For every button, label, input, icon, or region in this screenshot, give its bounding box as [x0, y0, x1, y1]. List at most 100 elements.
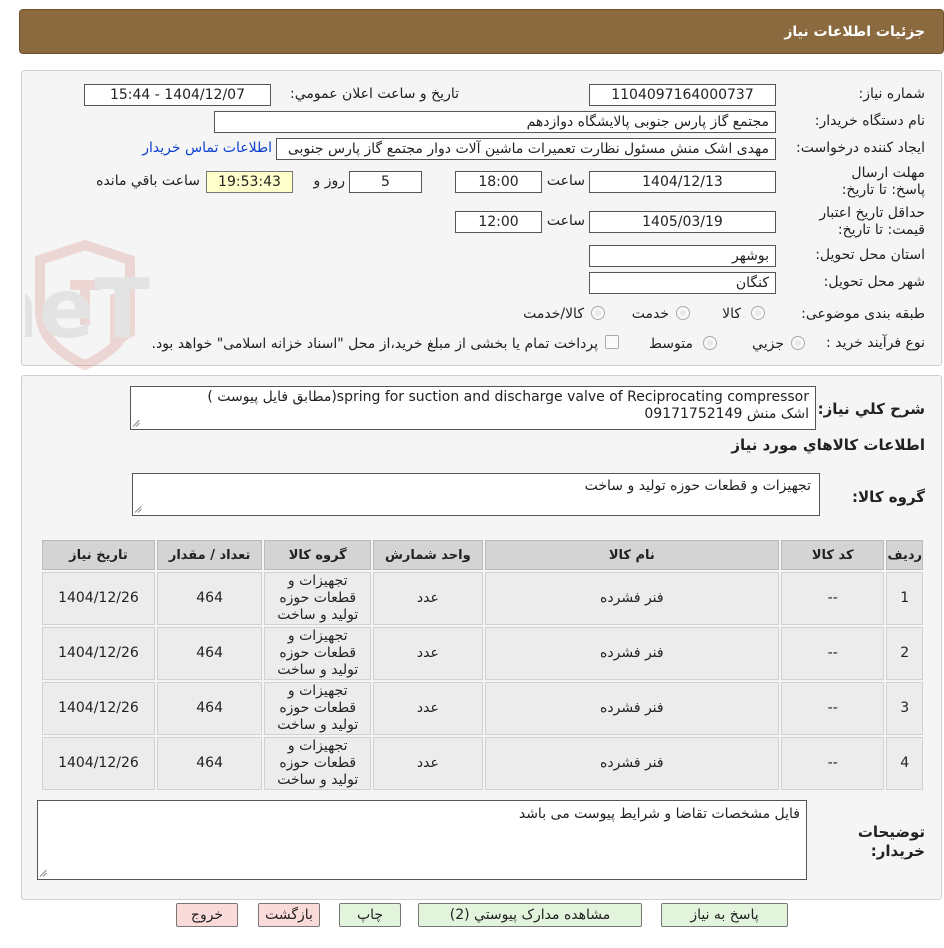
province-label: استان محل تحويل: [815, 247, 925, 263]
need-number-label: شماره نياز: [858, 86, 926, 102]
deadline-time-label: ساعت [546, 173, 585, 189]
cell-code: -- [781, 682, 885, 735]
city-label: شهر محل تحويل: [823, 274, 925, 290]
back-button[interactable]: بازگشت [258, 903, 320, 927]
cell-row: 2 [886, 627, 923, 680]
resize-grip-icon[interactable] [133, 419, 141, 427]
col-row: رديف [886, 540, 923, 570]
col-qty: تعداد / مقدار [156, 540, 263, 570]
process-option-minor: جزيي [752, 336, 784, 352]
cell-row: 1 [886, 572, 923, 625]
table-row[interactable]: 3 -- فنر فشرده عدد تجهیزات و قطعات حوزه … [42, 682, 923, 735]
cell-name: فنر فشرده [484, 572, 779, 625]
cell-group: تجهیزات و قطعات حوزه تولید و ساخت [264, 627, 372, 680]
exit-button[interactable]: خروج [176, 903, 238, 927]
requester-label: ايجاد کننده درخواست: [796, 140, 925, 156]
process-radio-minor[interactable] [791, 336, 805, 350]
cell-qty: 464 [156, 572, 263, 625]
cell-unit: عدد [373, 627, 483, 680]
deadline-label: مهلت ارسال پاسخ: تا تاريخ: [841, 165, 925, 198]
col-group: گروه کالا [264, 540, 372, 570]
need-details-panel: شرح كلي نياز: spring for suction and dis… [21, 375, 942, 900]
cell-unit: عدد [373, 682, 483, 735]
buyer-org-label: نام دستگاه خريدار: [814, 113, 925, 129]
table-row[interactable]: 4 -- فنر فشرده عدد تجهیزات و قطعات حوزه … [42, 737, 923, 790]
page-header: جزئيات اطلاعات نياز [19, 9, 944, 54]
resize-grip-icon[interactable] [40, 869, 48, 877]
remaining-time-field: 19:53:43 [206, 171, 293, 193]
category-label: طبقه بندی موضوعی: [801, 306, 925, 322]
cell-date: 1404/12/26 [42, 737, 155, 790]
cell-name: فنر فشرده [484, 737, 779, 790]
reply-button[interactable]: پاسخ به نياز [661, 903, 788, 927]
general-desc-textarea[interactable]: spring for suction and discharge valve o… [130, 386, 816, 430]
remaining-label: ساعت باقي مانده [96, 173, 200, 189]
goods-group-value: تجهیزات و قطعات حوزه تولید و ساخت [584, 478, 811, 494]
cell-unit: عدد [373, 572, 483, 625]
watermark-logo: AriaTender.neT [25, 239, 150, 371]
category-radio-service[interactable] [676, 306, 690, 320]
category-option-service: خدمت [631, 306, 669, 322]
col-unit: واحد شمارش [373, 540, 483, 570]
goods-info-title: اطلاعات كالاهاي مورد نياز [731, 436, 925, 454]
table-row[interactable]: 1 -- فنر فشرده عدد تجهیزات و قطعات حوزه … [42, 572, 923, 625]
page-title: جزئيات اطلاعات نياز [784, 23, 925, 40]
process-radio-medium[interactable] [703, 336, 717, 350]
deadline-time-field[interactable]: 18:00 [455, 171, 542, 193]
cell-group: تجهیزات و قطعات حوزه تولید و ساخت [264, 572, 372, 625]
general-desc-line-2: اشک منش 09171752149 [644, 406, 809, 422]
goods-table: رديف کد کالا نام کالا واحد شمارش گروه کا… [40, 538, 925, 792]
days-field[interactable]: 5 [349, 171, 422, 193]
province-field[interactable]: بوشهر [589, 245, 776, 267]
col-name: نام کالا [484, 540, 779, 570]
process-label: نوع فرآيند خريد : [826, 335, 925, 351]
print-button[interactable]: چاپ [339, 903, 401, 927]
validity-date-field[interactable]: 1405/03/19 [589, 211, 776, 233]
category-option-goods: کالا [722, 306, 741, 322]
cell-date: 1404/12/26 [42, 627, 155, 680]
category-radio-goods[interactable] [751, 306, 765, 320]
cell-code: -- [781, 627, 885, 680]
goods-group-label: گروه کالا: [852, 488, 925, 506]
goods-group-textarea[interactable]: تجهیزات و قطعات حوزه تولید و ساخت [132, 473, 820, 516]
cell-qty: 464 [156, 737, 263, 790]
cell-code: -- [781, 572, 885, 625]
cell-row: 3 [886, 682, 923, 735]
validity-label: حداقل تاريخ اعتبار قيمت: تا تاريخ: [819, 205, 925, 238]
col-date: تاريخ نياز [42, 540, 155, 570]
watermark-text: AriaTender.neT [25, 262, 150, 357]
cell-name: فنر فشرده [484, 682, 779, 735]
table-row[interactable]: 2 -- فنر فشرده عدد تجهیزات و قطعات حوزه … [42, 627, 923, 680]
buyer-notes-value: فایل مشخصات تقاضا و شرایط پیوست می باشد [518, 806, 800, 822]
general-desc-label: شرح كلي نياز: [817, 400, 925, 418]
requester-field[interactable]: مهدی اشک منش مسئول نظارت تعمیرات ماشین آ… [276, 138, 776, 160]
cell-row: 4 [886, 737, 923, 790]
cell-code: -- [781, 737, 885, 790]
buyer-org-field[interactable]: مجتمع گاز پارس جنوبی پالایشگاه دوازدهم [214, 111, 776, 133]
category-radio-goods-service[interactable] [591, 306, 605, 320]
city-field[interactable]: کنگان [589, 272, 776, 294]
cell-unit: عدد [373, 737, 483, 790]
buyer-notes-textarea[interactable]: فایل مشخصات تقاضا و شرایط پیوست می باشد [37, 800, 807, 880]
contact-buyer-link[interactable]: اطلاعات تماس خريدار [142, 140, 272, 156]
table-header-row: رديف کد کالا نام کالا واحد شمارش گروه کا… [42, 540, 923, 570]
buyer-notes-label: توضيحات خريدار: [857, 823, 925, 860]
deadline-date-field[interactable]: 1404/12/13 [589, 171, 776, 193]
view-attachments-button[interactable]: مشاهده مدارک پيوستي (2) [418, 903, 642, 927]
announce-field[interactable]: 1404/12/07 - 15:44 [84, 84, 271, 106]
col-code: کد کالا [781, 540, 885, 570]
cell-qty: 464 [156, 682, 263, 735]
cell-group: تجهیزات و قطعات حوزه تولید و ساخت [264, 682, 372, 735]
general-desc-line-1: spring for suction and discharge valve o… [207, 389, 809, 405]
days-label: روز و [313, 173, 346, 189]
cell-date: 1404/12/26 [42, 682, 155, 735]
cell-name: فنر فشرده [484, 627, 779, 680]
need-number-field[interactable]: 1104097164000737 [589, 84, 776, 106]
cell-qty: 464 [156, 627, 263, 680]
cell-group: تجهیزات و قطعات حوزه تولید و ساخت [264, 737, 372, 790]
cell-date: 1404/12/26 [42, 572, 155, 625]
announce-label: تاريخ و ساعت اعلان عمومي: [290, 86, 459, 102]
treasury-docs-checkbox[interactable] [605, 335, 619, 349]
process-option-medium: متوسط [649, 336, 693, 352]
resize-grip-icon[interactable] [135, 505, 143, 513]
